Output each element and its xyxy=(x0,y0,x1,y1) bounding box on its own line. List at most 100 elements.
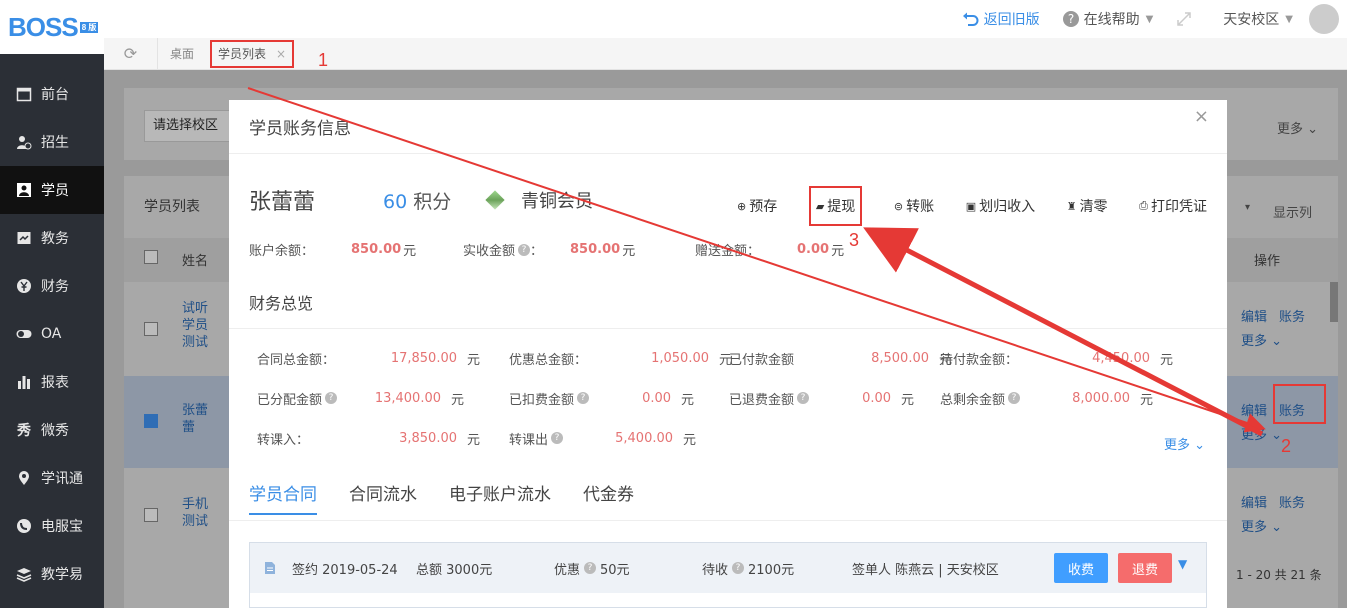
campus-select[interactable]: 请选择校区 xyxy=(144,110,236,142)
row-checkbox-checked[interactable] xyxy=(144,414,158,428)
unit: 元 xyxy=(467,432,481,448)
help-icon[interactable]: ? xyxy=(797,392,810,404)
sidebar-item-finance[interactable]: 财务 xyxy=(0,262,104,310)
pending-label: 待收 xyxy=(702,562,729,578)
account-link[interactable]: 账务 xyxy=(1279,306,1305,325)
tab-label: 学员列表 xyxy=(218,47,267,61)
contract-header: 签约 2019-05-24 总额 3000元 优惠 ? 50元 待收 ? 210… xyxy=(250,543,1206,593)
student-name-link[interactable]: 手机测试 xyxy=(182,496,214,530)
sidebar-item-jiaoxueyi[interactable]: 教学易 xyxy=(0,550,104,598)
more-link[interactable]: 更多 ⌄ xyxy=(1241,516,1282,535)
student-name-link[interactable]: 试听学员测试 xyxy=(182,300,214,351)
online-help-menu[interactable]: ? 在线帮助 ▼ xyxy=(1062,9,1153,29)
account-link[interactable]: 账务 xyxy=(1279,400,1305,419)
refund-button[interactable]: 退费 xyxy=(1118,553,1172,583)
undo-icon xyxy=(962,12,979,26)
tab-desktop[interactable]: 桌面 xyxy=(158,38,206,70)
row-checkbox[interactable] xyxy=(144,322,158,336)
avatar[interactable] xyxy=(1309,4,1339,34)
sidebar-item-oa[interactable]: OA xyxy=(0,310,104,358)
sidebar-item-frontdesk[interactable]: 前台 xyxy=(0,70,104,118)
points-value: 60 xyxy=(383,190,408,213)
book-icon xyxy=(15,229,33,247)
help-icon[interactable]: ? xyxy=(518,243,531,256)
phone-icon xyxy=(15,517,33,535)
back-to-old-version-link[interactable]: 返回旧版 xyxy=(962,9,1040,29)
account-actions: ⊕ 预存 ▰ 提现 ⊜ 转账 ▣ 划归收入 ♜ 清零 ⎙ 打印凭证 xyxy=(737,186,1207,226)
help-icon[interactable]: ? xyxy=(577,392,590,404)
help-icon[interactable]: ? xyxy=(732,562,745,574)
finance-item: 待付款金额： 4,450.00 元 xyxy=(940,344,1173,372)
filter-more-link[interactable]: 更多 ⌄ xyxy=(1277,118,1318,137)
account-link[interactable]: 账务 xyxy=(1279,492,1305,511)
tab-student-list[interactable]: 学员列表 × xyxy=(210,39,295,68)
sidebar-item-reports[interactable]: 报表 xyxy=(0,358,104,406)
sidebar-item-academic[interactable]: 教务 xyxy=(0,214,104,262)
action-label: 划归收入 xyxy=(979,199,1036,215)
transfer-button[interactable]: ⊜ 转账 xyxy=(894,192,934,220)
more-label: 更多 xyxy=(1241,334,1268,349)
more-link[interactable]: 更多 ⌄ xyxy=(1241,424,1282,443)
tab-voucher[interactable]: 代金券 xyxy=(583,480,634,515)
show-columns-button[interactable]: 显示列 xyxy=(1273,202,1312,221)
sidebar-item-students[interactable]: 学员 xyxy=(0,166,104,214)
help-icon[interactable]: ? xyxy=(551,432,564,444)
withdraw-button[interactable]: ▰ 提现 xyxy=(808,186,863,226)
print-voucher-button[interactable]: ⎙ 打印凭证 xyxy=(1139,192,1207,220)
edit-link[interactable]: 编辑 xyxy=(1241,492,1267,511)
received-label: 实收金额 xyxy=(463,244,516,259)
edit-link[interactable]: 编辑 xyxy=(1241,400,1267,419)
refresh-button[interactable]: ⟳ xyxy=(104,37,158,70)
close-icon[interactable]: × xyxy=(1194,106,1209,127)
edit-link[interactable]: 编辑 xyxy=(1241,306,1267,325)
modal-header: 学员账务信息 × xyxy=(229,100,1227,154)
sidebar-item-dianfubao[interactable]: 电服宝 xyxy=(0,502,104,550)
document-icon xyxy=(264,561,276,575)
help-icon[interactable]: ? xyxy=(584,562,597,574)
clear-button[interactable]: ♜ 清零 xyxy=(1067,192,1108,220)
campus-switcher[interactable]: 天安校区 ▼ xyxy=(1223,9,1293,29)
close-icon[interactable]: × xyxy=(276,47,286,61)
finance-item: 合同总金额： 17,850.00 元 xyxy=(257,344,480,372)
tab-student-contract[interactable]: 学员合同 xyxy=(249,480,317,515)
finance-label: 转课出 xyxy=(509,432,549,448)
sidebar-item-enrollment[interactable]: 招生 xyxy=(0,118,104,166)
action-label: 打印凭证 xyxy=(1150,199,1207,215)
student-name-link[interactable]: 张蕾蕾 xyxy=(182,402,214,436)
deposit-button[interactable]: ⊕ 预存 xyxy=(737,192,777,220)
annotation-number: 2 xyxy=(1281,436,1292,456)
app-logo[interactable]: BOSS 8 版 xyxy=(0,0,104,54)
select-all-checkbox[interactable] xyxy=(144,250,158,264)
sidebar-item-label: 招生 xyxy=(41,135,69,151)
collect-fee-button[interactable]: 收费 xyxy=(1054,553,1108,583)
sidebar-item-label: OA xyxy=(41,326,62,342)
student-icon xyxy=(15,181,33,199)
more-link[interactable]: 更多 ⌄ xyxy=(1241,330,1282,349)
yen-icon xyxy=(15,277,33,295)
help-icon[interactable]: ? xyxy=(1008,392,1021,404)
pending-value: 2100元 xyxy=(748,562,795,578)
row-checkbox[interactable] xyxy=(144,508,158,522)
signed-date: 签约 2019-05-24 xyxy=(292,562,398,578)
finance-more-link[interactable]: 更多 ⌄ xyxy=(1164,434,1205,453)
help-icon[interactable]: ? xyxy=(325,392,338,404)
fullscreen-button[interactable] xyxy=(1175,10,1193,28)
sidebar-item-xuexuntong[interactable]: 学讯通 xyxy=(0,454,104,502)
unit: 元 xyxy=(1140,392,1154,408)
tab-e-account-flow[interactable]: 电子账户流水 xyxy=(449,480,551,515)
sidebar-item-weixiu[interactable]: 秀 微秀 xyxy=(0,406,104,454)
action-label: 提现 xyxy=(827,199,856,215)
column-dropdown-icon[interactable]: ▾ xyxy=(1245,202,1250,213)
logo-tag: 8 版 xyxy=(79,21,99,33)
chevron-down-icon[interactable]: ▼ xyxy=(1178,557,1187,571)
discount-label: 优惠 xyxy=(554,562,581,578)
income-button[interactable]: ▣ 划归收入 xyxy=(966,192,1035,220)
toggle-icon xyxy=(15,325,33,343)
tab-contract-flow[interactable]: 合同流水 xyxy=(349,480,417,515)
finance-value: 1,050.00 xyxy=(651,350,709,366)
modal-title: 学员账务信息 xyxy=(249,119,351,139)
unit: 元 xyxy=(467,352,481,368)
scrollbar[interactable] xyxy=(1330,282,1338,322)
expand-icon xyxy=(1177,12,1192,26)
record-tabs: 学员合同 合同流水 电子账户流水 代金券 xyxy=(249,480,666,515)
